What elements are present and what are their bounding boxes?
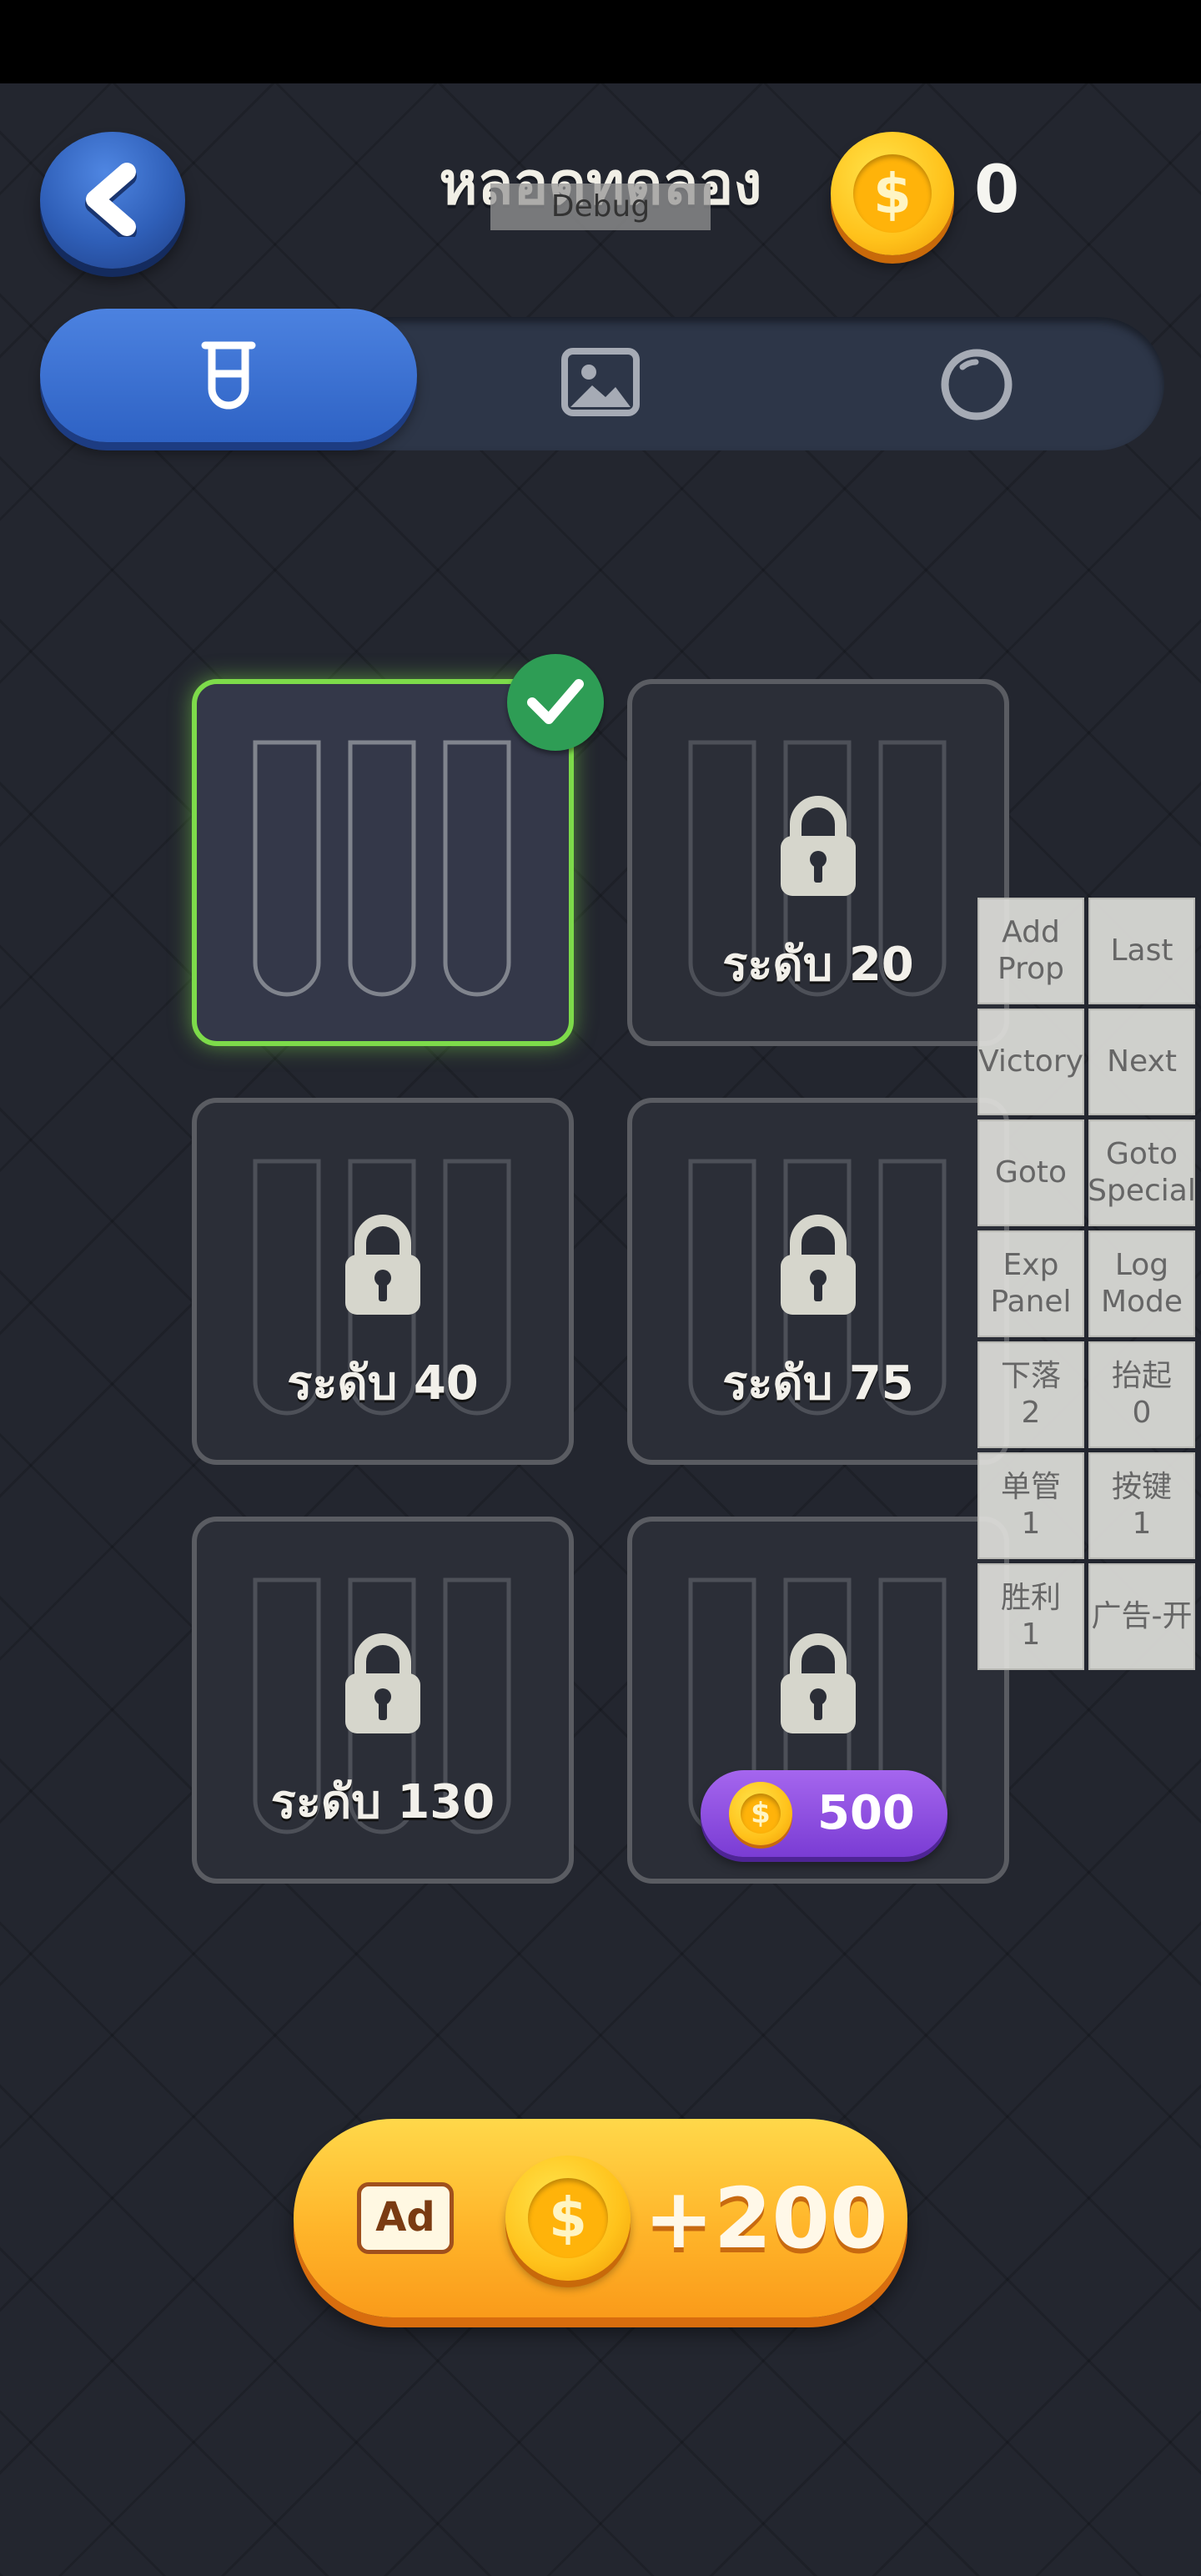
- lock-icon: [781, 1633, 856, 1733]
- unlock-price: 500: [817, 1786, 915, 1840]
- debug-goto-special-button[interactable]: Goto Special: [1088, 1119, 1196, 1226]
- debug-exp-panel-button[interactable]: Exp Panel: [977, 1230, 1084, 1337]
- debug-log-mode-button[interactable]: Log Mode: [1088, 1230, 1195, 1337]
- level-card-2[interactable]: ระดับ 20: [627, 679, 1009, 1046]
- level-label: ระดับ 130: [270, 1775, 495, 1829]
- debug-lift-button[interactable]: 抬起 0: [1088, 1341, 1195, 1448]
- back-button[interactable]: [40, 132, 185, 269]
- coin-icon: $: [729, 1782, 792, 1845]
- chevron-left-icon: [85, 163, 137, 237]
- unlock-price-button[interactable]: $ 500: [701, 1770, 947, 1857]
- debug-key-button[interactable]: 按键 1: [1088, 1452, 1195, 1559]
- level-card-4[interactable]: ระดับ 75: [627, 1098, 1009, 1465]
- level-label: ระดับ 20: [722, 938, 914, 992]
- coin-symbol: $: [528, 2178, 608, 2258]
- watch-ad-reward-button[interactable]: Ad $ +200: [294, 2119, 907, 2317]
- lock-icon: [345, 1215, 420, 1315]
- tab-tubes[interactable]: [40, 309, 417, 442]
- reward-amount: +200: [644, 2170, 888, 2267]
- level-card-5[interactable]: ระดับ 130: [192, 1517, 574, 1884]
- debug-single-tube-button[interactable]: 单管 1: [977, 1452, 1084, 1559]
- level-card-3[interactable]: ระดับ 40: [192, 1098, 574, 1465]
- coin-symbol: $: [740, 1793, 781, 1834]
- coin-symbol: $: [852, 153, 932, 234]
- check-icon: [507, 654, 604, 751]
- coin-balance: 0: [974, 153, 1020, 228]
- circle-icon: [941, 349, 1013, 420]
- debug-goto-button[interactable]: Goto: [977, 1119, 1084, 1226]
- debug-add-prop-button[interactable]: Add Prop: [977, 898, 1084, 1004]
- ad-badge: Ad: [357, 2182, 454, 2254]
- lock-icon: [781, 796, 856, 896]
- tab-images[interactable]: [467, 309, 734, 442]
- debug-next-button[interactable]: Next: [1088, 1009, 1195, 1115]
- three-tubes-icon: [253, 740, 511, 997]
- level-card-1[interactable]: [192, 679, 574, 1046]
- lock-icon: [781, 1215, 856, 1315]
- level-label: ระดับ 40: [287, 1356, 479, 1411]
- level-label: ระดับ 75: [722, 1356, 914, 1411]
- debug-label[interactable]: Debug: [490, 184, 711, 230]
- coin-icon: $: [505, 2156, 631, 2281]
- debug-drop-button[interactable]: 下落 2: [977, 1341, 1084, 1448]
- debug-victory-button[interactable]: Victory: [977, 1009, 1084, 1115]
- tab-balls[interactable]: [867, 309, 1084, 442]
- debug-win-button[interactable]: 胜利 1: [977, 1563, 1084, 1670]
- coin-icon: $: [831, 132, 954, 255]
- test-tube-icon: [201, 341, 256, 410]
- level-card-6[interactable]: $ 500: [627, 1517, 1009, 1884]
- image-icon: [561, 348, 640, 416]
- status-bar: [0, 0, 1201, 83]
- debug-ad-toggle-button[interactable]: 广告-开: [1088, 1563, 1195, 1670]
- debug-last-button[interactable]: Last: [1088, 898, 1195, 1004]
- lock-icon: [345, 1633, 420, 1733]
